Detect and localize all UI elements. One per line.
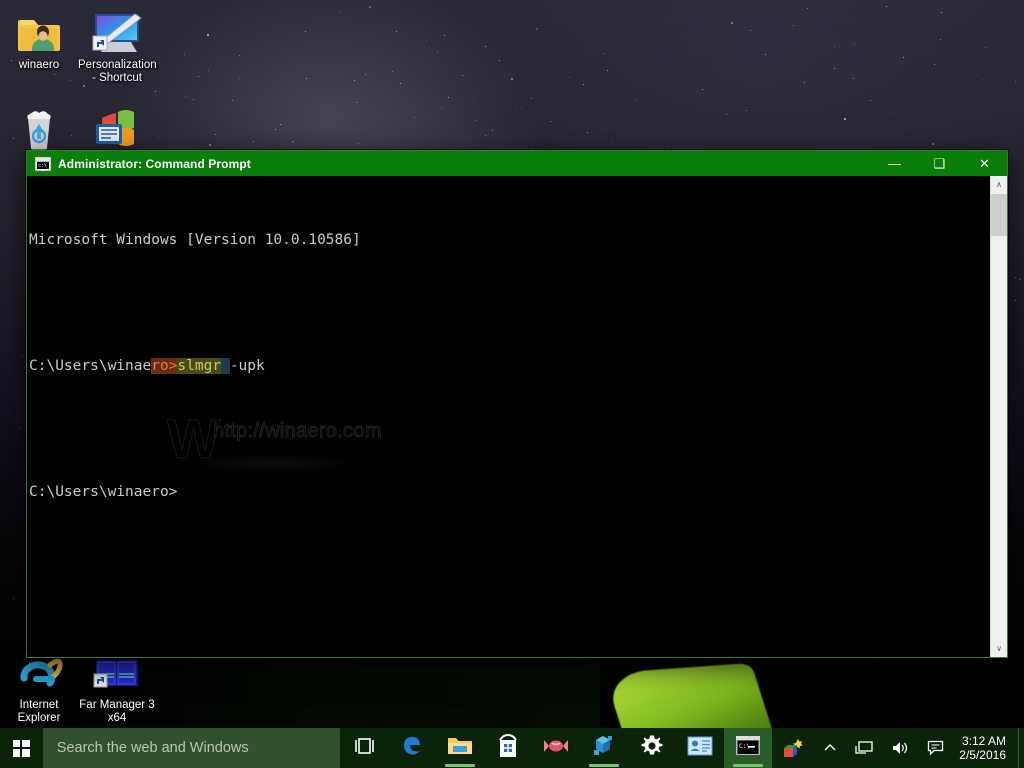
recycle-bin-icon xyxy=(0,104,78,152)
taskbar-clock[interactable]: 3:12 AM 2/5/2016 xyxy=(953,728,1018,768)
running-indicator xyxy=(589,764,620,767)
command-prompt-path: C:\Users\winae xyxy=(29,358,152,374)
command-argument: -upk xyxy=(229,358,265,374)
clock-time: 3:12 AM xyxy=(961,734,1006,748)
file-explorer-icon xyxy=(447,735,473,762)
taskbar: Search the web and Windows C:\ 3:12 AM 2… xyxy=(0,728,1024,768)
window-title: Administrator: Command Prompt xyxy=(58,156,251,171)
speaker-icon[interactable] xyxy=(882,728,918,768)
command-prompt-window[interactable]: Administrator: Command Prompt — ❑ ✕ Micr… xyxy=(26,150,1008,658)
desktop-icon-far-manager[interactable]: Far Manager 3 x64 xyxy=(78,648,156,725)
user-folder-icon xyxy=(0,8,78,56)
blocks-icon xyxy=(591,734,617,763)
console-command-line: C:\Users\winaero>slmgr -upk xyxy=(29,356,990,377)
gear-icon xyxy=(640,734,664,763)
edge-icon xyxy=(399,733,425,764)
console-icon xyxy=(35,156,51,171)
maximize-button[interactable]: ❑ xyxy=(917,151,962,176)
close-button[interactable]: ✕ xyxy=(962,151,1007,176)
desktop-icon-label: winaero xyxy=(18,59,60,71)
taskbar-button-candy[interactable] xyxy=(532,728,580,768)
desktop-icon-personalization[interactable]: Personalization - Shortcut xyxy=(78,8,157,85)
scroll-down-arrow-icon[interactable]: ∨ xyxy=(991,640,1007,657)
desktop-icon-winaero[interactable]: winaero xyxy=(0,8,78,72)
tray-icon-cube[interactable] xyxy=(772,728,814,768)
contact-card-icon xyxy=(687,736,713,761)
store-icon xyxy=(496,733,520,764)
desktop-icon-windows-classic[interactable] xyxy=(78,104,156,155)
window-titlebar[interactable]: Administrator: Command Prompt — ❑ ✕ xyxy=(27,151,1007,176)
chevron-up-icon[interactable] xyxy=(814,728,846,768)
window-controls: — ❑ ✕ xyxy=(872,151,1007,176)
command-highlight-red: ro> xyxy=(151,358,178,374)
windows-logo-icon xyxy=(12,739,30,757)
console-prompt-line: C:\Users\winaero> xyxy=(29,484,178,500)
desktop-icon-internet-explorer[interactable]: Internet Explorer xyxy=(0,648,78,725)
taskbar-button-mail[interactable] xyxy=(676,728,724,768)
running-indicator xyxy=(733,764,764,767)
running-indicator xyxy=(445,764,476,767)
desktop-icon-label: Personalization - Shortcut xyxy=(78,59,157,84)
command-highlight-olive: slmgr xyxy=(177,358,222,374)
taskbar-button-task-view[interactable] xyxy=(340,728,388,768)
start-button[interactable] xyxy=(0,728,43,768)
console-icon: C:\ xyxy=(735,735,761,761)
windows-classic-icon xyxy=(78,104,156,152)
candy-icon xyxy=(543,735,569,762)
console-line: Microsoft Windows [Version 10.0.10586] xyxy=(29,232,361,248)
console-body[interactable]: Microsoft Windows [Version 10.0.10586] C… xyxy=(27,176,1007,657)
taskbar-button-store[interactable] xyxy=(484,728,532,768)
console-vertical-scrollbar[interactable]: ∧ ∨ xyxy=(990,176,1007,657)
taskbar-button-file-explorer[interactable] xyxy=(436,728,484,768)
desktop-icon-label: Far Manager 3 x64 xyxy=(79,699,155,724)
search-input[interactable]: Search the web and Windows xyxy=(42,728,341,768)
scrollbar-thumb[interactable] xyxy=(991,194,1007,236)
system-tray: 3:12 AM 2/5/2016 xyxy=(772,728,1024,768)
task-view-icon xyxy=(353,737,375,760)
clock-date: 2/5/2016 xyxy=(959,748,1006,762)
desktop-icon-label: Internet Explorer xyxy=(17,699,61,724)
taskbar-button-settings[interactable] xyxy=(628,728,676,768)
show-desktop-button[interactable] xyxy=(1018,728,1024,768)
minimize-button[interactable]: — xyxy=(872,151,917,176)
console-output[interactable]: Microsoft Windows [Version 10.0.10586] C… xyxy=(27,176,990,657)
network-icon[interactable] xyxy=(846,728,882,768)
command-highlight-blue xyxy=(221,358,230,374)
taskbar-button-edge[interactable] xyxy=(388,728,436,768)
scroll-up-arrow-icon[interactable]: ∧ xyxy=(991,176,1007,193)
taskbar-button-command-prompt[interactable]: C:\ xyxy=(724,728,773,768)
taskbar-button-blocks[interactable] xyxy=(580,728,628,768)
taskbar-app-buttons: C:\ xyxy=(340,728,773,768)
monitor-pen-icon xyxy=(78,8,156,56)
search-placeholder: Search the web and Windows xyxy=(56,740,249,756)
action-center-icon[interactable] xyxy=(918,728,953,768)
